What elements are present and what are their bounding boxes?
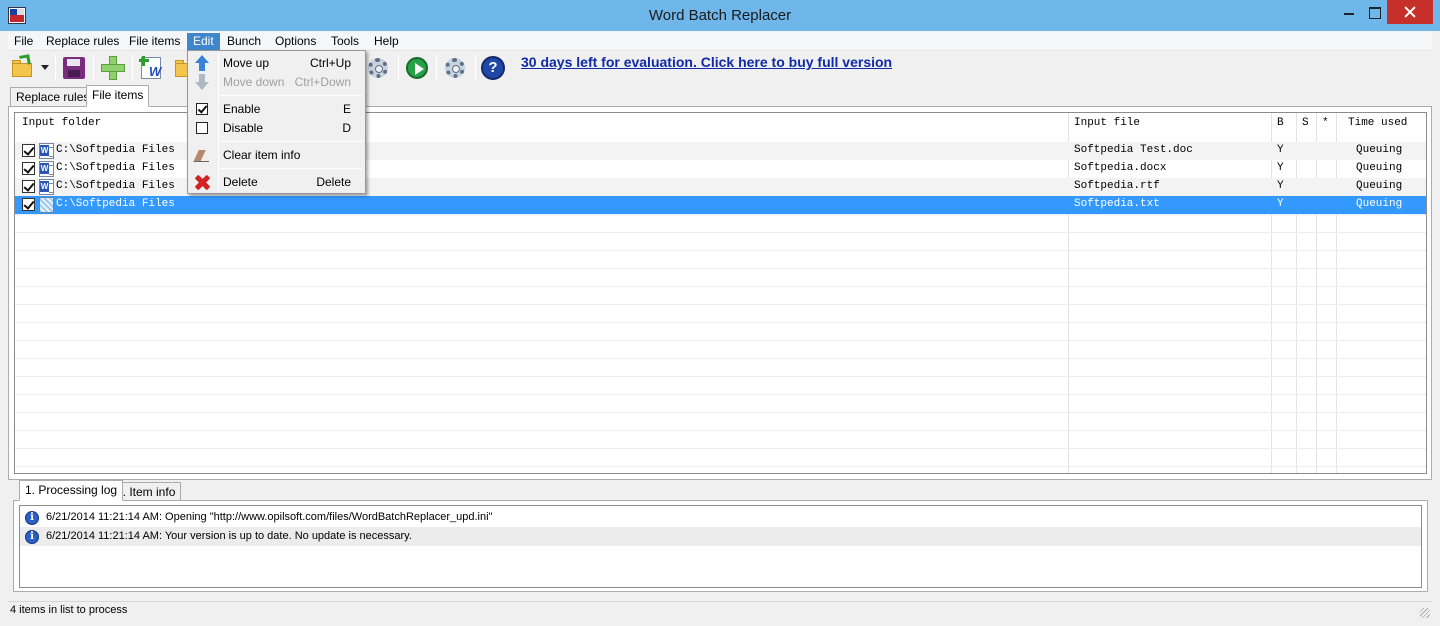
maximize-button[interactable] <box>1362 0 1387 24</box>
menu-item-shortcut: E <box>342 102 351 116</box>
cell-input-folder: C:\Softpedia Files <box>56 180 175 192</box>
cell-time-used: Queuing <box>1356 162 1403 174</box>
cell-input-folder: C:\Softpedia Files <box>56 198 175 210</box>
column-input-folder[interactable]: Input folder <box>22 117 101 129</box>
log-entry-text: 6/21/2014 11:21:14 AM: Your version is u… <box>46 530 412 542</box>
menu-item-move-up[interactable]: Move up Ctrl+Up <box>190 53 363 73</box>
cell-input-folder: C:\Softpedia Files <box>56 144 175 156</box>
menu-bunch[interactable]: Bunch <box>221 33 267 51</box>
menu-item-shortcut: D <box>342 121 351 135</box>
cell-input-file: Softpedia.txt <box>1074 198 1160 210</box>
word-doc-icon <box>39 179 54 195</box>
status-bar: 4 items in list to process <box>8 601 1432 619</box>
tab-processing-log[interactable]: 1. Processing log <box>19 480 124 501</box>
run-icon[interactable] <box>404 55 430 81</box>
column-star[interactable]: * <box>1322 117 1329 129</box>
menu-item-label: Disable <box>223 121 264 135</box>
row-enabled-checkbox[interactable] <box>22 162 35 175</box>
cell-time-used: Queuing <box>1356 180 1403 192</box>
info-icon: i <box>25 511 39 525</box>
column-time-used[interactable]: Time used <box>1348 117 1407 129</box>
window-title: Word Batch Replacer <box>648 7 792 24</box>
buy-full-version-link[interactable]: 30 days left for evaluation. Click here … <box>521 54 892 70</box>
title-bar: Word Batch Replacer <box>0 0 1440 31</box>
help-icon[interactable]: ? <box>480 55 506 81</box>
menu-item-clear-item-info[interactable]: Clear item info <box>190 145 363 165</box>
menu-bar: File Replace rules File items Edit Bunch… <box>8 31 1432 51</box>
row-enabled-checkbox[interactable] <box>22 180 35 193</box>
processing-log-list[interactable]: i 6/21/2014 11:21:14 AM: Opening "http:/… <box>19 505 1422 588</box>
close-button[interactable] <box>1387 0 1433 24</box>
menu-file[interactable]: File <box>8 33 39 51</box>
empty-box-icon <box>194 120 210 136</box>
status-text: 4 items in list to process <box>10 604 128 616</box>
delete-x-icon <box>194 174 210 190</box>
minimize-button[interactable] <box>1336 0 1362 24</box>
tab-replace-rules[interactable]: Replace rules <box>10 87 96 107</box>
cell-b: Y <box>1277 198 1284 210</box>
menu-item-label: Clear item info <box>223 148 301 162</box>
menu-item-enable[interactable]: Enable E <box>190 99 363 119</box>
cell-b: Y <box>1277 180 1284 192</box>
cell-input-folder: C:\Softpedia Files <box>56 162 175 174</box>
add-icon[interactable] <box>100 55 126 81</box>
cell-time-used: Queuing <box>1356 144 1403 156</box>
menu-item-delete[interactable]: Delete Delete <box>190 172 363 192</box>
column-input-file[interactable]: Input file <box>1074 117 1140 129</box>
row-enabled-checkbox[interactable] <box>22 198 35 211</box>
open-folder-icon[interactable] <box>10 54 36 81</box>
tab-file-items[interactable]: File items <box>86 85 150 107</box>
cell-input-file: Softpedia Test.doc <box>1074 144 1193 156</box>
column-s[interactable]: S <box>1302 117 1309 129</box>
arrow-up-icon <box>194 55 210 71</box>
checked-box-icon <box>194 101 210 117</box>
cell-b: Y <box>1277 144 1284 156</box>
options-gear-icon[interactable] <box>442 55 468 81</box>
cell-input-file: Softpedia.rtf <box>1074 180 1160 192</box>
cell-b: Y <box>1277 162 1284 174</box>
word-doc-icon <box>39 161 54 177</box>
processing-log-panel: i 6/21/2014 11:21:14 AM: Opening "http:/… <box>13 500 1428 592</box>
cell-input-file: Softpedia.docx <box>1074 162 1167 174</box>
word-doc-icon <box>39 143 54 159</box>
arrow-down-icon <box>194 74 210 90</box>
menu-help[interactable]: Help <box>368 33 405 51</box>
menu-item-label: Enable <box>223 102 261 116</box>
cell-time-used: Queuing <box>1356 198 1403 210</box>
log-entry[interactable]: i 6/21/2014 11:21:14 AM: Opening "http:/… <box>20 508 1421 527</box>
column-b[interactable]: B <box>1277 117 1284 129</box>
eraser-icon <box>194 147 210 163</box>
log-entry-text: 6/21/2014 11:21:14 AM: Opening "http://w… <box>46 511 493 523</box>
row-enabled-checkbox[interactable] <box>22 144 35 157</box>
menu-item-shortcut: Ctrl+Up <box>309 56 351 70</box>
menu-replace-rules[interactable]: Replace rules <box>40 33 125 51</box>
table-row-selected[interactable]: C:\Softpedia Files Softpedia.txt Y Queui… <box>15 196 1426 214</box>
menu-item-move-down: Move down Ctrl+Down <box>190 72 363 92</box>
menu-item-label: Move down <box>223 75 285 89</box>
menu-item-shortcut: Ctrl+Down <box>294 75 351 89</box>
open-dropdown-arrow-icon[interactable] <box>41 65 49 70</box>
menu-item-shortcut: Delete <box>316 175 351 189</box>
menu-item-label: Delete <box>223 175 258 189</box>
menu-file-items[interactable]: File items <box>123 33 186 51</box>
menu-item-label: Move up <box>223 56 270 70</box>
menu-edit[interactable]: Edit <box>187 33 220 51</box>
save-icon[interactable] <box>61 55 87 81</box>
log-entry[interactable]: i 6/21/2014 11:21:14 AM: Your version is… <box>20 527 1421 546</box>
settings-icon[interactable] <box>365 55 391 81</box>
add-word-file-icon[interactable]: W <box>138 55 164 81</box>
menu-item-disable[interactable]: Disable D <box>190 118 363 138</box>
menu-tools[interactable]: Tools <box>325 33 365 51</box>
resize-grip-icon[interactable] <box>1420 608 1430 618</box>
edit-menu-dropdown: Move up Ctrl+Up Move down Ctrl+Down Enab… <box>187 50 366 194</box>
menu-options[interactable]: Options <box>269 33 322 51</box>
text-file-icon <box>39 197 54 213</box>
info-icon: i <box>25 530 39 544</box>
